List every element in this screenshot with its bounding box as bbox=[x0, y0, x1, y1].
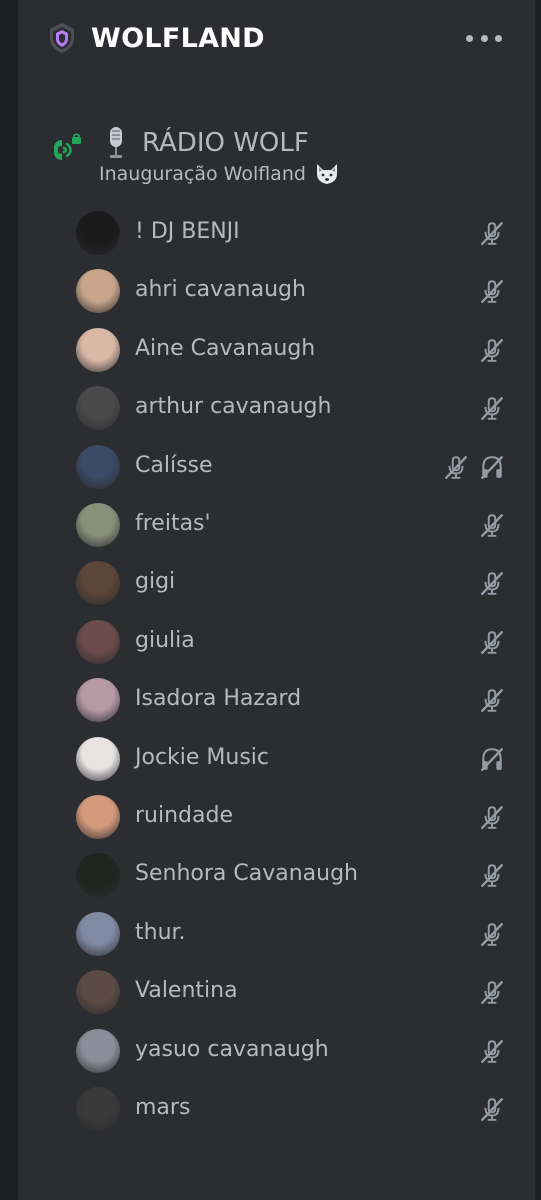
voice-channel-radio-wolf[interactable]: RÁDIO WOLF Inauguração Wolfland bbox=[18, 118, 535, 198]
avatar[interactable] bbox=[76, 503, 120, 547]
voice-connected-icon bbox=[54, 133, 81, 160]
member-name: thur. bbox=[135, 919, 186, 945]
avatar[interactable] bbox=[76, 444, 120, 489]
mic-muted-icon bbox=[481, 1039, 503, 1063]
mic-muted-icon bbox=[481, 689, 503, 713]
voice-member-row[interactable]: freitas' bbox=[18, 496, 535, 554]
voice-member-row[interactable]: mars bbox=[18, 1080, 535, 1138]
voice-member-row[interactable]: Calísse bbox=[18, 438, 535, 496]
voice-member-row[interactable]: ruindade bbox=[18, 788, 535, 846]
mic-muted-icon bbox=[481, 572, 503, 596]
avatar[interactable] bbox=[76, 561, 120, 606]
member-name: mars bbox=[135, 1095, 191, 1120]
avatar[interactable] bbox=[76, 1028, 120, 1073]
app-root: WOLFLAND RÁDIO WOLF Inauguração Wolfland… bbox=[0, 0, 541, 1200]
member-name: ! DJ BENJI bbox=[135, 219, 240, 244]
member-name: ahri cavanaugh bbox=[135, 277, 306, 303]
member-name: Valentina bbox=[135, 978, 238, 1004]
voice-member-row[interactable]: Aine Cavanaugh bbox=[18, 321, 535, 379]
avatar[interactable] bbox=[76, 269, 120, 314]
voice-member-row[interactable]: ahri cavanaugh bbox=[18, 262, 535, 320]
server-shield-icon bbox=[50, 23, 74, 53]
mic-muted-icon bbox=[481, 514, 503, 538]
avatar[interactable] bbox=[76, 619, 120, 664]
mic-muted-icon bbox=[481, 630, 503, 654]
mic-muted-icon bbox=[481, 222, 503, 246]
headphones-deafened-icon bbox=[481, 455, 503, 479]
server-name: WOLFLAND bbox=[91, 23, 265, 54]
voice-member-row[interactable]: ! DJ BENJI bbox=[18, 204, 535, 262]
voice-member-row[interactable]: Jockie Music bbox=[18, 730, 535, 788]
mic-muted-icon bbox=[481, 922, 503, 946]
member-name: Aine Cavanaugh bbox=[135, 335, 316, 361]
channel-status: Inauguração Wolfland bbox=[99, 163, 306, 185]
member-name: arthur cavanaugh bbox=[135, 394, 332, 420]
voice-member-row[interactable]: giulia bbox=[18, 613, 535, 671]
member-name: Jockie Music bbox=[135, 744, 270, 770]
mic-muted-icon bbox=[481, 864, 503, 888]
avatar[interactable] bbox=[76, 211, 120, 255]
mic-muted-icon bbox=[481, 280, 503, 304]
mic-muted-icon bbox=[481, 1098, 503, 1122]
member-name: Senhora Cavanaugh bbox=[135, 861, 358, 887]
server-header[interactable]: WOLFLAND bbox=[18, 0, 535, 82]
avatar[interactable] bbox=[76, 911, 120, 956]
voice-member-row[interactable]: thur. bbox=[18, 905, 535, 963]
avatar[interactable] bbox=[76, 795, 120, 839]
wolf-emoji-icon bbox=[316, 164, 337, 184]
avatar[interactable] bbox=[76, 678, 120, 723]
microphone-emoji-icon bbox=[110, 127, 122, 158]
member-name: freitas' bbox=[135, 511, 211, 536]
avatar[interactable] bbox=[76, 970, 120, 1015]
mic-muted-icon bbox=[481, 338, 503, 362]
more-horizontal-icon bbox=[466, 34, 473, 42]
voice-member-row[interactable]: arthur cavanaugh bbox=[18, 379, 535, 437]
avatar[interactable] bbox=[76, 327, 120, 372]
mic-muted-icon bbox=[481, 397, 503, 421]
member-name: yasuo cavanaugh bbox=[135, 1036, 329, 1062]
voice-member-row[interactable]: Isadora Hazard bbox=[18, 671, 535, 729]
member-name: gigi bbox=[135, 569, 176, 595]
channel-name: RÁDIO WOLF bbox=[142, 128, 309, 158]
avatar[interactable] bbox=[76, 736, 120, 781]
mic-muted-icon bbox=[445, 455, 467, 479]
member-name: ruindade bbox=[135, 803, 233, 828]
mic-muted-icon bbox=[481, 806, 503, 830]
voice-member-row[interactable]: gigi bbox=[18, 554, 535, 612]
member-name: Calísse bbox=[135, 452, 213, 478]
avatar[interactable] bbox=[76, 1087, 120, 1131]
headphones-deafened-icon bbox=[481, 747, 503, 771]
mic-muted-icon bbox=[481, 981, 503, 1005]
member-name: Isadora Hazard bbox=[135, 686, 302, 712]
avatar[interactable] bbox=[76, 853, 120, 898]
voice-member-row[interactable]: Senhora Cavanaugh bbox=[18, 846, 535, 904]
member-name: giulia bbox=[135, 627, 195, 653]
voice-member-row[interactable]: Valentina bbox=[18, 963, 535, 1021]
channel-sidebar: WOLFLAND RÁDIO WOLF Inauguração Wolfland… bbox=[18, 0, 535, 1200]
voice-member-row[interactable]: yasuo cavanaugh bbox=[18, 1022, 535, 1080]
avatar[interactable] bbox=[76, 386, 120, 431]
more-options-button[interactable] bbox=[466, 28, 502, 48]
